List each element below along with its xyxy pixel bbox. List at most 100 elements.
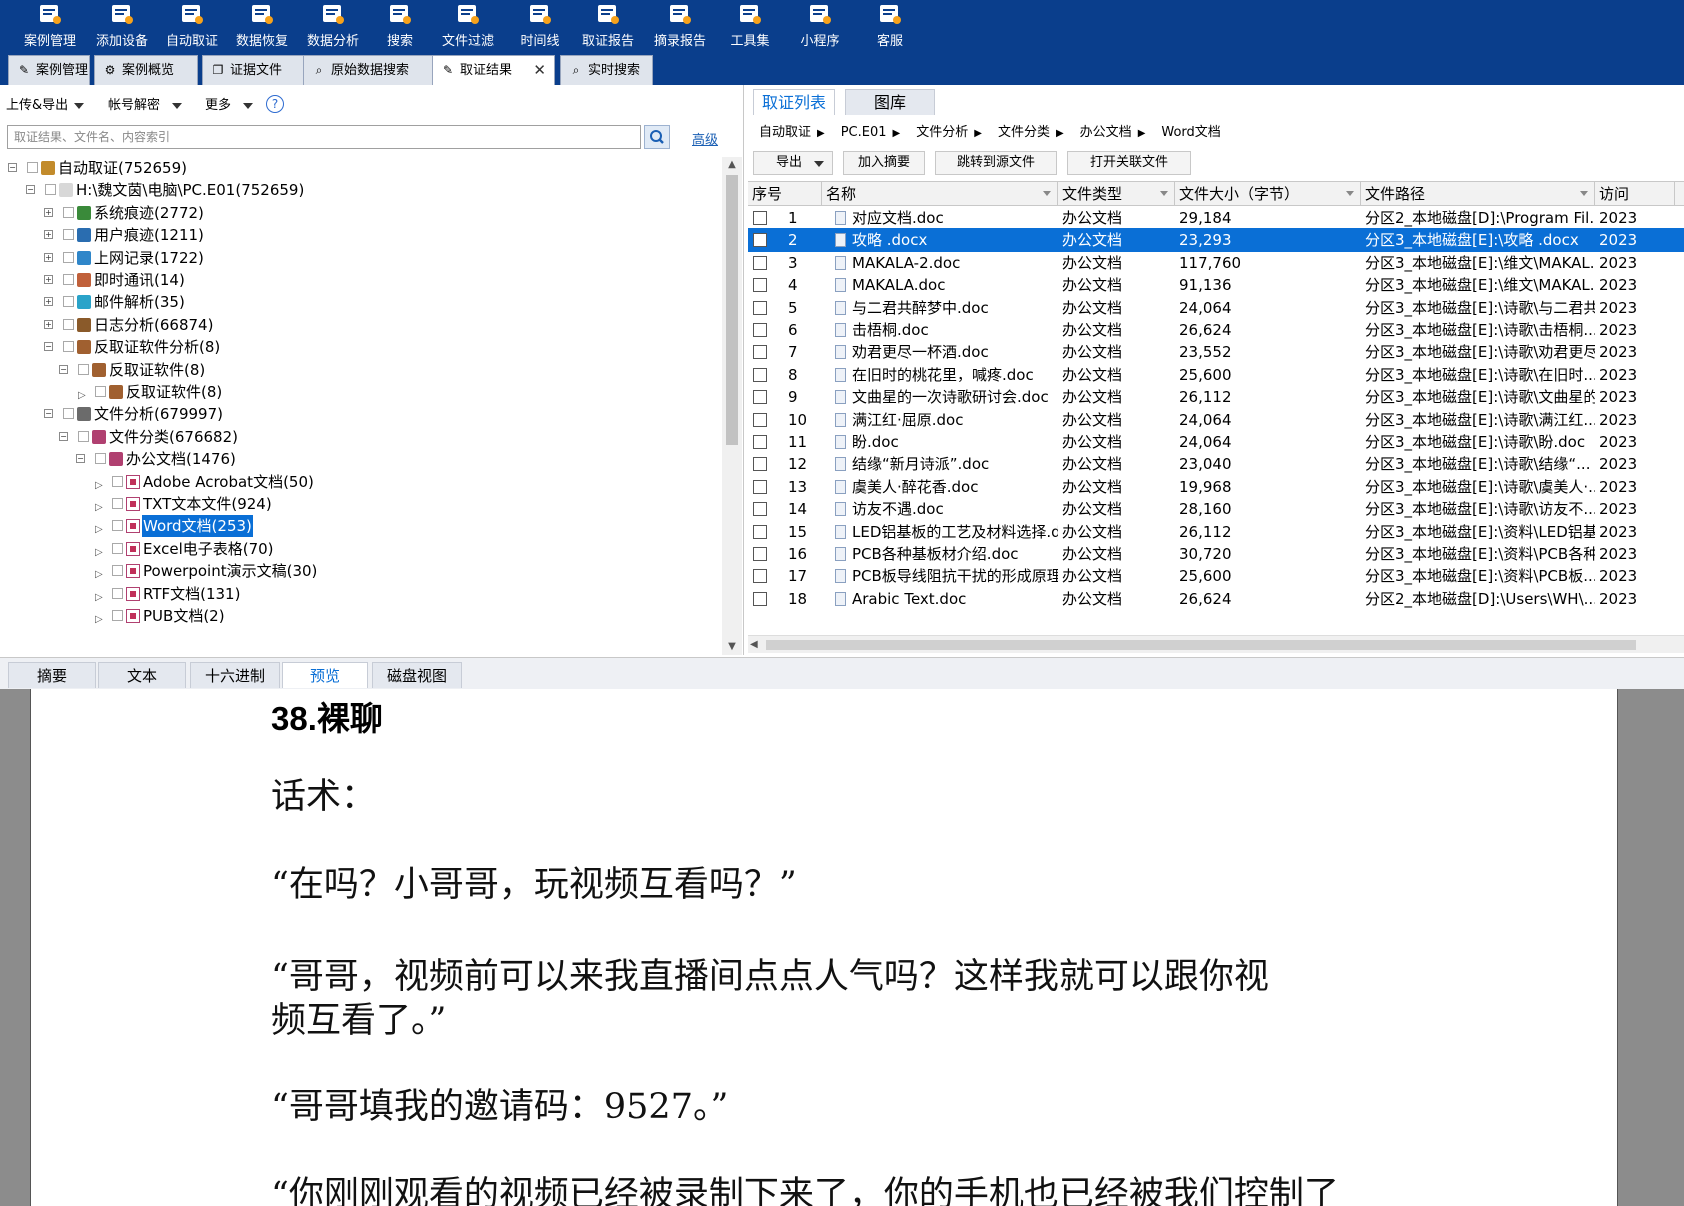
table-row[interactable]: 2 攻略 .docx 办公文档 23,293 分区3_本地磁盘[E]:\攻略 .docx…	[748, 228, 1684, 253]
row-checkbox[interactable]	[753, 367, 767, 382]
tree-node[interactable]: − 文件分析(679997)	[0, 403, 718, 425]
table-row[interactable]: 7 劝君更尽一杯酒.doc 办公文档 23,552 分区3_本地磁盘[E]:\诗歌\劝君…	[748, 340, 1684, 364]
add-excerpt-button[interactable]: 加入摘要	[843, 151, 925, 175]
toolbar-report-button[interactable]: 取证报告	[570, 0, 646, 52]
tree-checkbox[interactable]	[27, 162, 38, 173]
row-checkbox[interactable]	[753, 524, 767, 539]
expand-icon[interactable]: +	[44, 207, 53, 217]
search-button[interactable]	[644, 125, 670, 149]
collapse-icon[interactable]: −	[59, 364, 68, 374]
column-type-header[interactable]: 文件类型	[1058, 182, 1175, 206]
row-checkbox[interactable]	[753, 233, 767, 248]
collapse-icon[interactable]: −	[44, 342, 53, 352]
row-checkbox[interactable]	[753, 323, 767, 337]
row-checkbox[interactable]	[753, 547, 767, 561]
column-size-header[interactable]: 文件大小（字节）	[1175, 182, 1361, 206]
row-checkbox[interactable]	[753, 457, 767, 472]
collapse-icon[interactable]: −	[59, 431, 68, 441]
table-row[interactable]: 10 满江红·屈原.doc 办公文档 24,064 分区3_本地磁盘[E]:\诗歌\满江…	[748, 408, 1684, 432]
row-checkbox[interactable]	[753, 412, 767, 427]
filter-icon[interactable]	[1580, 191, 1588, 196]
table-row[interactable]: 1 对应文档.doc 办公文档 29,184 分区2_本地磁盘[D]:\Program …	[748, 206, 1684, 230]
table-row[interactable]: 8 在旧时的桃花里，喊疼.doc 办公文档 25,600 分区3_本地磁盘[E]:\诗歌…	[748, 363, 1684, 387]
tab-viewer-3[interactable]: 预览	[282, 662, 368, 688]
tree-node[interactable]: + 邮件解析(35)	[0, 291, 718, 313]
row-checkbox[interactable]	[753, 278, 767, 293]
row-checkbox[interactable]	[753, 502, 767, 517]
breadcrumb-item[interactable]: 办公文档	[1080, 125, 1132, 140]
column-path-header[interactable]: 文件路径	[1361, 182, 1595, 206]
toolbar-data-analysis-button[interactable]: 数据分析	[295, 0, 371, 52]
table-row[interactable]: 14 访友不遇.doc 办公文档 28,160 分区3_本地磁盘[E]:\诗歌\访友不.…	[748, 497, 1684, 521]
collapse-icon[interactable]: −	[76, 454, 85, 464]
column-name-header[interactable]: 名称	[822, 182, 1058, 206]
close-icon[interactable]: ✕	[533, 56, 546, 84]
result-search-input[interactable]	[7, 125, 641, 149]
tree-checkbox[interactable]	[112, 565, 123, 577]
row-checkbox[interactable]	[753, 300, 767, 315]
tree-node[interactable]: ▷ TXT文本文件(924)	[0, 493, 718, 515]
scroll-down-icon[interactable]: ▼	[722, 639, 742, 655]
tree-checkbox[interactable]	[45, 184, 56, 196]
row-checkbox[interactable]	[753, 255, 767, 270]
tab-viewer-4[interactable]: 磁盘视图	[372, 662, 462, 688]
tree-node[interactable]: − 反取证软件分析(8)	[0, 336, 718, 358]
tree-checkbox[interactable]	[95, 453, 106, 465]
tree-node[interactable]: ▷ 反取证软件(8)	[0, 381, 718, 403]
toolbar-case-manage-button[interactable]: 案例管理	[12, 0, 88, 52]
tab-gallery[interactable]: 图库	[845, 89, 935, 115]
expand-icon[interactable]: +	[44, 297, 53, 307]
scrollbar-thumb[interactable]	[766, 640, 1636, 650]
goto-source-button[interactable]: 跳转到源文件	[935, 151, 1057, 175]
scroll-left-icon[interactable]: ◀	[750, 636, 758, 654]
tab-2[interactable]: ❐ 证据文件	[202, 55, 308, 85]
table-row[interactable]: 12 结缘“新月诗派”.doc 办公文档 23,040 分区3_本地磁盘[E]:\诗歌\…	[748, 452, 1684, 476]
tree-checkbox[interactable]	[63, 408, 74, 420]
more-menu[interactable]: 更多	[205, 93, 254, 118]
tab-1[interactable]: ⚙ 案例概览	[94, 55, 198, 85]
toolbar-data-recovery-button[interactable]: 数据恢复	[224, 0, 300, 52]
scroll-up-icon[interactable]: ▲	[722, 157, 742, 173]
expand-icon[interactable]: +	[44, 319, 53, 329]
row-checkbox[interactable]	[753, 345, 767, 360]
expand-icon[interactable]: +	[44, 275, 53, 284]
export-button[interactable]: 导出	[753, 151, 833, 175]
table-row[interactable]: 5 与二君共醉梦中.doc 办公文档 24,064 分区3_本地磁盘[E]:\诗歌\与二…	[748, 296, 1684, 320]
table-row[interactable]: 15 LED铝基板的工艺及材料选择.doc 办公文档 26,112 分区3_本地磁盘[E…	[748, 520, 1684, 544]
collapse-icon[interactable]: −	[44, 409, 53, 419]
toolbar-excerpt-report-button[interactable]: 摘录报告	[642, 0, 718, 52]
toolbar-search-doc-button[interactable]: 搜索	[362, 0, 438, 52]
filter-icon[interactable]	[1043, 191, 1051, 196]
collapse-icon[interactable]: −	[8, 163, 17, 172]
tab-4[interactable]: ✎ 取证结果 ✕	[432, 55, 555, 85]
tree-node[interactable]: − 办公文档(1476)	[0, 448, 718, 470]
tree-checkbox[interactable]	[112, 587, 123, 599]
toolbar-auto-forensics-button[interactable]: 自动取证	[154, 0, 230, 52]
row-checkbox[interactable]	[753, 479, 767, 494]
tree-node[interactable]: + 系统痕迹(2772)	[0, 202, 718, 224]
tree-checkbox[interactable]	[112, 498, 123, 509]
breadcrumb-item[interactable]: 自动取证	[759, 125, 811, 140]
tree-node[interactable]: ▷ RTF文档(131)	[0, 583, 718, 605]
table-row[interactable]: 13 虞美人·醉花香.doc 办公文档 19,968 分区3_本地磁盘[E]:\诗歌\虞…	[748, 475, 1684, 499]
expand-icon[interactable]: +	[44, 230, 53, 240]
tree-node[interactable]: ▷ Powerpoint演示文稿(30)	[0, 560, 718, 582]
tree-checkbox[interactable]	[112, 520, 123, 532]
table-row[interactable]: 17 PCB板导线阻抗干扰的形成原理....办公文档 25,600 分区3_本地磁盘[…	[748, 564, 1684, 588]
filter-icon[interactable]	[1346, 191, 1354, 196]
tab-3[interactable]: ⌕ 原始数据搜索	[303, 55, 442, 85]
tree-node[interactable]: ▷ PUB文档(2)	[0, 605, 718, 627]
tree-checkbox[interactable]	[63, 229, 74, 241]
tree-checkbox[interactable]	[63, 296, 74, 308]
account-decrypt-menu[interactable]: 帐号解密	[108, 93, 183, 118]
row-checkbox[interactable]	[753, 435, 767, 449]
tab-evidence-list[interactable]: 取证列表	[753, 89, 835, 115]
tree-checkbox[interactable]	[95, 386, 106, 397]
tree-node[interactable]: − H:\魏文茵\电脑\PC.E01(752659)	[0, 179, 718, 201]
tree-node[interactable]: ▷ Adobe Acrobat文档(50)	[0, 471, 718, 493]
tree-checkbox[interactable]	[63, 251, 74, 263]
tree-node[interactable]: + 即时通讯(14)	[0, 269, 718, 291]
filter-icon[interactable]	[1160, 191, 1168, 196]
help-icon[interactable]: ?	[266, 95, 284, 113]
tree-checkbox[interactable]	[112, 542, 123, 554]
